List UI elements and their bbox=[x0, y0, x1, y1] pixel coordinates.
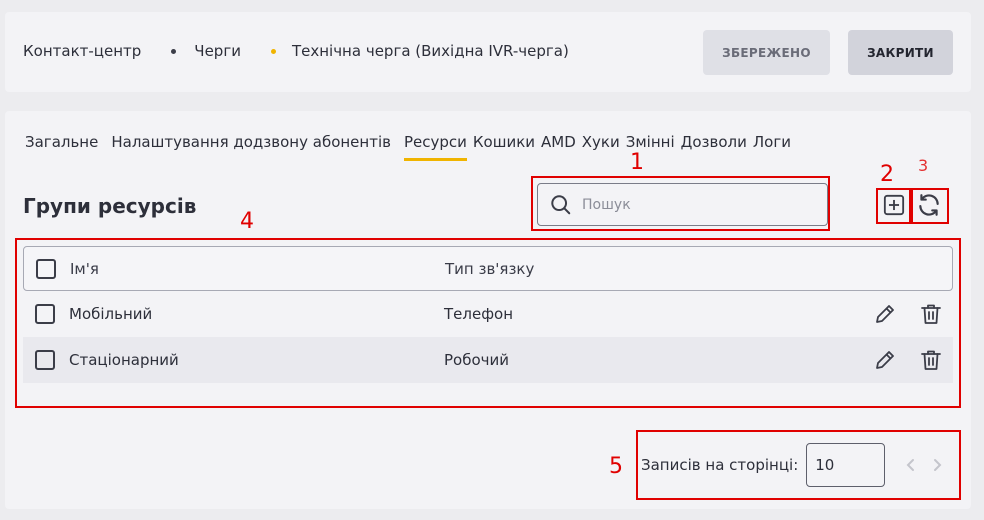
refresh-button[interactable] bbox=[916, 191, 942, 219]
row-name: Стаціонарний bbox=[69, 351, 179, 369]
column-header-name[interactable]: Ім'я bbox=[70, 260, 445, 278]
top-bar: Контакт-центр Черги Технічна черга (Вихі… bbox=[5, 12, 971, 92]
close-button[interactable]: ЗАКРИТИ bbox=[848, 30, 953, 75]
tab-amd[interactable]: AMD bbox=[541, 133, 576, 161]
main-panel: Загальне Налаштування додзвону абонентів… bbox=[5, 111, 971, 509]
breadcrumb-separator bbox=[171, 48, 177, 54]
breadcrumb-contact-center[interactable]: Контакт-центр bbox=[23, 42, 141, 60]
table-header: Ім'я Тип зв'язку bbox=[23, 246, 953, 291]
select-all-checkbox[interactable] bbox=[36, 258, 56, 279]
tab-hooks[interactable]: Хуки bbox=[582, 133, 620, 161]
search-field[interactable] bbox=[537, 183, 828, 226]
search-icon bbox=[551, 194, 571, 214]
annotation-label-1: 1 bbox=[630, 150, 644, 175]
add-icon bbox=[883, 194, 905, 216]
search-input[interactable] bbox=[582, 196, 802, 213]
trash-icon[interactable] bbox=[919, 348, 943, 372]
annotation-label-5: 5 bbox=[609, 454, 623, 479]
tab-logs[interactable]: Логи bbox=[753, 133, 791, 161]
chevron-left-icon[interactable] bbox=[905, 457, 917, 473]
per-page-value: 10 bbox=[815, 456, 835, 474]
row-checkbox[interactable] bbox=[35, 304, 55, 324]
per-page-label: Записів на сторінці: bbox=[641, 456, 799, 474]
row-checkbox[interactable] bbox=[35, 350, 55, 370]
breadcrumb-separator-active bbox=[270, 48, 276, 54]
tab-dialing-settings[interactable]: Налаштування додзвону абонентів bbox=[111, 133, 391, 161]
table-row[interactable]: Стаціонарний Робочий bbox=[23, 337, 953, 383]
per-page-select[interactable]: 10 bbox=[806, 443, 886, 487]
breadcrumb-current-queue: Технічна черга (Вихідна IVR-черга) bbox=[291, 42, 569, 60]
annotation-label-3: 3 bbox=[918, 156, 929, 175]
annotation-label-4: 4 bbox=[240, 209, 254, 234]
pencil-icon[interactable] bbox=[873, 348, 897, 372]
column-header-type[interactable]: Тип зв'язку bbox=[445, 260, 745, 278]
breadcrumb-queues[interactable]: Черги bbox=[194, 42, 241, 60]
tab-resources[interactable]: Ресурси bbox=[403, 133, 467, 161]
section-title: Групи ресурсів bbox=[23, 194, 197, 218]
row-type: Телефон bbox=[444, 305, 514, 323]
pencil-icon[interactable] bbox=[873, 302, 897, 326]
resource-groups-table: Ім'я Тип зв'язку Мобільний Телефон Стаці… bbox=[23, 246, 953, 383]
tab-bar: Загальне Налаштування додзвону абонентів… bbox=[25, 133, 797, 161]
tab-baskets[interactable]: Кошики bbox=[473, 133, 535, 161]
table-row[interactable]: Мобільний Телефон bbox=[23, 291, 953, 337]
annotation-label-2: 2 bbox=[880, 162, 894, 187]
chevron-right-icon[interactable] bbox=[931, 457, 943, 473]
pagination: Записів на сторінці: 10 bbox=[641, 443, 943, 487]
breadcrumb: Контакт-центр Черги Технічна черга (Вихі… bbox=[23, 42, 569, 60]
row-type: Робочий bbox=[444, 351, 510, 369]
add-button[interactable] bbox=[881, 191, 907, 219]
trash-icon[interactable] bbox=[919, 302, 943, 326]
refresh-icon bbox=[919, 194, 939, 216]
row-name: Мобільний bbox=[69, 305, 153, 323]
tab-general[interactable]: Загальне bbox=[25, 133, 98, 161]
tab-permissions[interactable]: Дозволи bbox=[681, 133, 747, 161]
saved-button[interactable]: ЗБЕРЕЖЕНО bbox=[703, 30, 830, 75]
